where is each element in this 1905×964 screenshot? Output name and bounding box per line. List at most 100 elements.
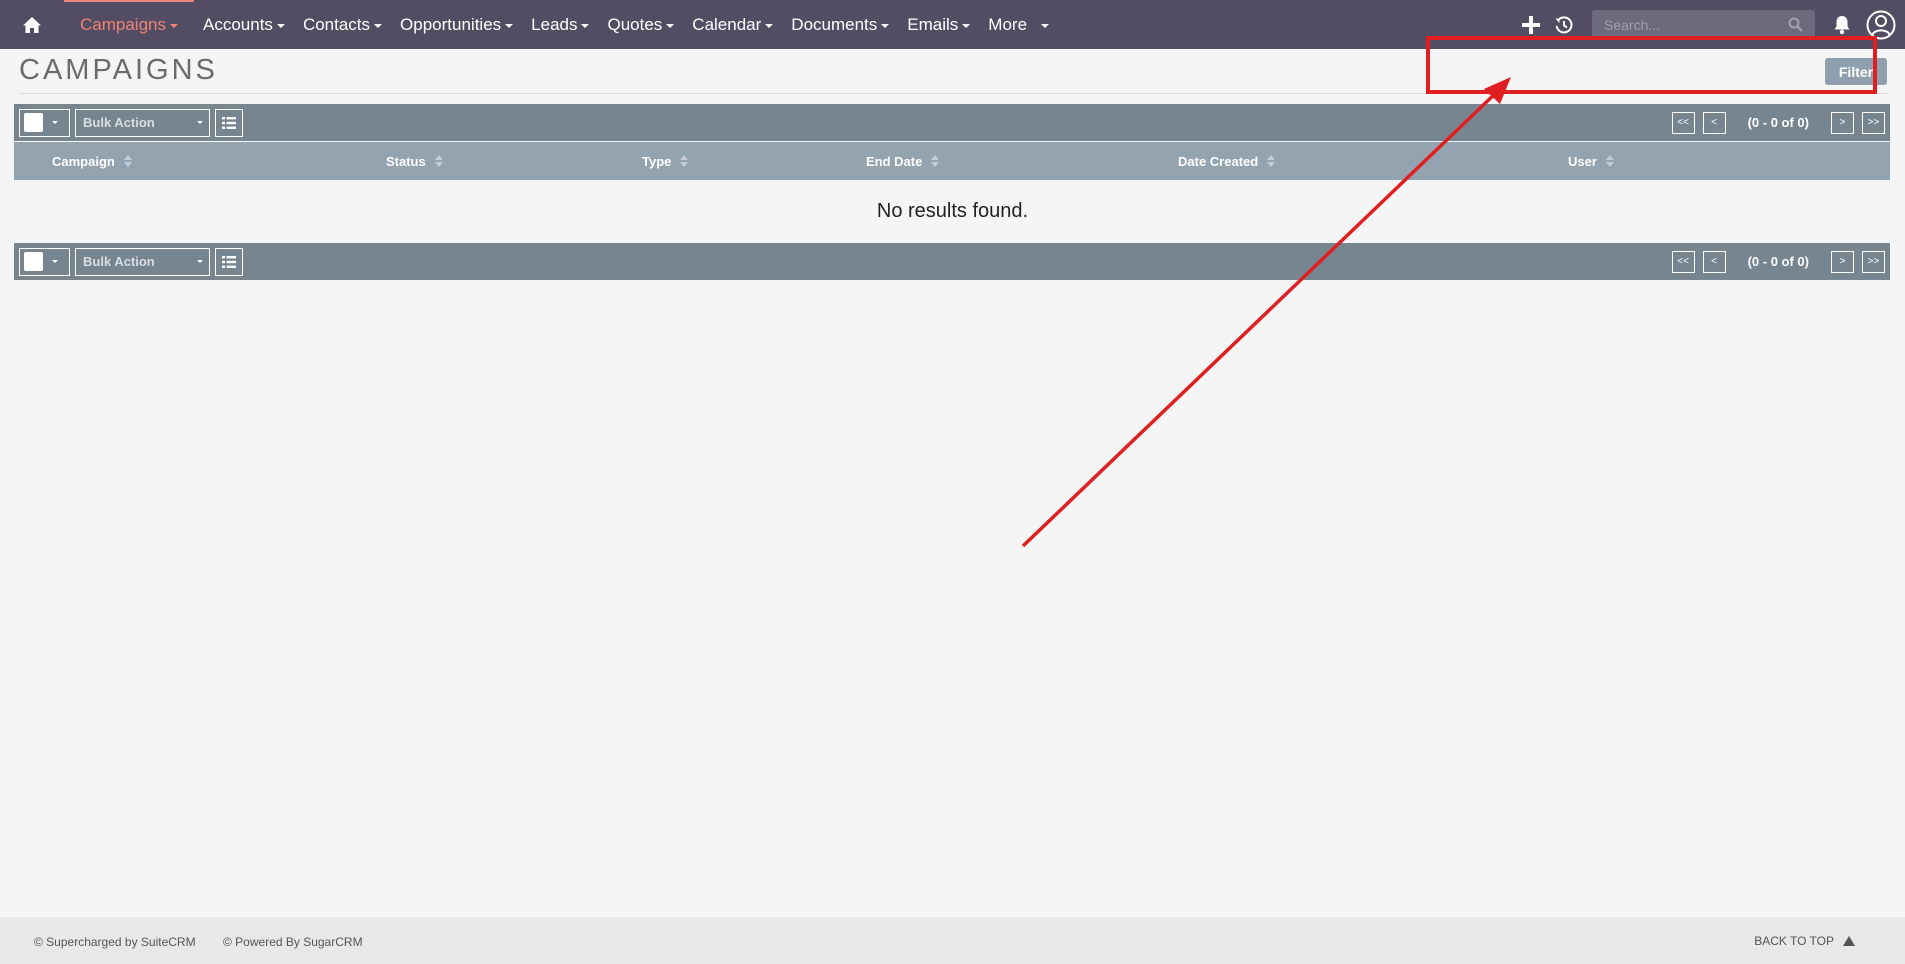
chevron-down-icon bbox=[881, 23, 890, 28]
prev-page-button[interactable]: < bbox=[1702, 111, 1726, 134]
column-label: Campaign bbox=[52, 153, 115, 169]
column-chooser-button[interactable] bbox=[215, 108, 243, 137]
global-search bbox=[1592, 9, 1815, 40]
list-toolbar-bottom: Bulk Action << < (0 - 0 of 0) > >> bbox=[14, 243, 1890, 280]
sort-icon bbox=[123, 155, 132, 167]
chevron-down-icon bbox=[765, 23, 774, 28]
empty-message: No results found. bbox=[876, 200, 1029, 222]
home-button[interactable] bbox=[0, 0, 64, 49]
first-page-button[interactable]: << bbox=[1671, 111, 1695, 134]
nav-item-leads[interactable]: Leads bbox=[522, 0, 598, 49]
nav-item-quotes[interactable]: Quotes bbox=[598, 0, 683, 49]
nav-item-label: Documents bbox=[791, 14, 878, 34]
bell-icon bbox=[1834, 15, 1850, 34]
nav-item-calendar[interactable]: Calendar bbox=[683, 0, 782, 49]
list-icon bbox=[222, 116, 236, 129]
list-icon bbox=[222, 255, 236, 268]
bulk-action-label: Bulk Action bbox=[83, 115, 155, 130]
page-title: CAMPAIGNS bbox=[19, 54, 218, 86]
nav-item-accounts[interactable]: Accounts bbox=[194, 0, 294, 49]
arrow-up-icon bbox=[1843, 936, 1855, 946]
chevron-down-icon bbox=[505, 23, 514, 28]
nav-item-label: Leads bbox=[531, 14, 578, 34]
user-menu-button[interactable] bbox=[1857, 10, 1905, 40]
module-menu: Campaigns Accounts Contacts Opportunitie… bbox=[64, 0, 1058, 49]
nav-item-label: Emails bbox=[907, 14, 959, 34]
column-header-campaign[interactable]: Campaign bbox=[52, 142, 132, 180]
sort-icon bbox=[1267, 155, 1276, 167]
chevron-down-icon bbox=[962, 23, 971, 28]
quick-create-button[interactable] bbox=[1516, 15, 1546, 34]
nav-item-emails[interactable]: Emails bbox=[898, 0, 979, 49]
column-header-status[interactable]: Status bbox=[386, 142, 443, 180]
list-toolbar-top: Bulk Action << < (0 - 0 of 0) > >> bbox=[14, 104, 1890, 141]
last-page-button[interactable]: >> bbox=[1862, 250, 1885, 273]
chevron-down-icon bbox=[197, 121, 203, 124]
pagination: << < (0 - 0 of 0) > >> bbox=[1671, 243, 1885, 280]
column-header-end-date[interactable]: End Date bbox=[866, 142, 940, 180]
nav-item-campaigns[interactable]: Campaigns bbox=[64, 0, 194, 49]
chevron-down-icon bbox=[276, 23, 285, 28]
first-page-button[interactable]: << bbox=[1671, 250, 1695, 273]
chevron-down-icon bbox=[170, 23, 178, 28]
prev-page-button[interactable]: < bbox=[1702, 250, 1726, 273]
home-icon bbox=[23, 16, 41, 33]
column-label: Date Created bbox=[1178, 153, 1259, 169]
column-label: User bbox=[1568, 153, 1597, 169]
next-page-button[interactable]: > bbox=[1831, 111, 1854, 134]
back-to-top-link[interactable]: BACK TO TOP bbox=[1754, 934, 1855, 948]
chevron-down-icon bbox=[1041, 23, 1050, 28]
chevron-down-icon bbox=[52, 260, 58, 263]
nav-actions bbox=[1516, 0, 1905, 49]
notifications-button[interactable] bbox=[1827, 15, 1857, 35]
bulk-action-dropdown[interactable]: Bulk Action bbox=[75, 108, 210, 137]
suitecrm-credit-link[interactable]: © Supercharged by SuiteCRM bbox=[34, 935, 196, 949]
nav-item-contacts[interactable]: Contacts bbox=[294, 0, 391, 49]
bulk-action-dropdown[interactable]: Bulk Action bbox=[75, 247, 210, 276]
bulk-action-label: Bulk Action bbox=[83, 254, 155, 269]
select-all-dropdown[interactable] bbox=[19, 247, 70, 276]
nav-item-label: Quotes bbox=[607, 14, 663, 34]
table-header: Campaign Status Type End Date Date Creat… bbox=[14, 142, 1890, 180]
back-to-top-label: BACK TO TOP bbox=[1754, 934, 1834, 948]
chevron-down-icon bbox=[52, 121, 58, 124]
top-navigation: Campaigns Accounts Contacts Opportunitie… bbox=[0, 0, 1905, 49]
title-divider bbox=[19, 93, 1888, 94]
column-chooser-button[interactable] bbox=[215, 247, 243, 276]
select-all-dropdown[interactable] bbox=[19, 108, 70, 137]
column-label: Status bbox=[386, 153, 426, 169]
select-all-checkbox[interactable] bbox=[24, 252, 43, 271]
nav-item-label: More bbox=[988, 14, 1028, 34]
page-count: (0 - 0 of 0) bbox=[1747, 254, 1809, 269]
history-icon bbox=[1555, 15, 1573, 33]
nav-item-more[interactable]: More bbox=[979, 0, 1058, 49]
sort-icon bbox=[931, 155, 940, 167]
nav-item-documents[interactable]: Documents bbox=[782, 0, 898, 49]
select-all-checkbox[interactable] bbox=[24, 113, 43, 132]
column-header-date-created[interactable]: Date Created bbox=[1178, 142, 1276, 180]
footer: © Supercharged by SuiteCRM © Powered By … bbox=[0, 917, 1905, 964]
filter-button[interactable]: Filter bbox=[1825, 58, 1887, 85]
nav-item-label: Opportunities bbox=[400, 14, 502, 34]
plus-icon bbox=[1522, 15, 1540, 34]
chevron-down-icon bbox=[197, 260, 203, 263]
search-icon[interactable] bbox=[1788, 17, 1803, 32]
column-header-user[interactable]: User bbox=[1568, 142, 1614, 180]
nav-item-opportunities[interactable]: Opportunities bbox=[391, 0, 522, 49]
nav-item-label: Contacts bbox=[302, 14, 371, 34]
sort-icon bbox=[680, 155, 689, 167]
chevron-down-icon bbox=[374, 23, 383, 28]
nav-item-label: Accounts bbox=[203, 14, 273, 34]
next-page-button[interactable]: > bbox=[1831, 250, 1854, 273]
search-input[interactable] bbox=[1604, 16, 1788, 33]
last-page-button[interactable]: >> bbox=[1862, 111, 1885, 134]
page-count: (0 - 0 of 0) bbox=[1747, 115, 1809, 130]
recently-viewed-button[interactable] bbox=[1546, 15, 1582, 35]
arrow-head-icon bbox=[1484, 77, 1511, 104]
sort-icon bbox=[1605, 155, 1614, 167]
user-icon bbox=[1866, 10, 1896, 39]
chevron-down-icon bbox=[581, 23, 590, 28]
column-header-type[interactable]: Type bbox=[642, 142, 689, 180]
sugarcrm-credit-link[interactable]: © Powered By SugarCRM bbox=[223, 935, 363, 949]
chevron-down-icon bbox=[666, 23, 675, 28]
